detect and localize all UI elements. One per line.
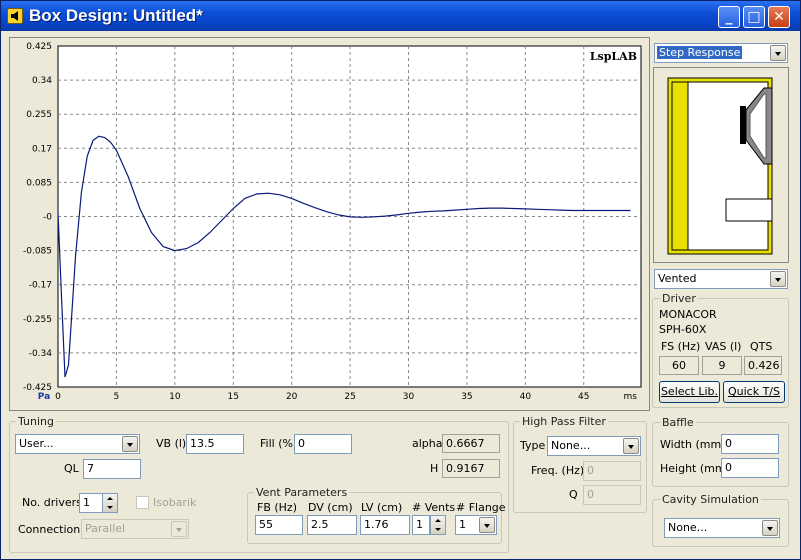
isobarik-label: Isobarik <box>153 496 197 509</box>
drivers-input[interactable]: 1 <box>79 493 103 513</box>
x-axis-unit: ms <box>624 392 638 402</box>
h-label: H <box>430 462 439 475</box>
driver-brand: MONACOR <box>659 308 717 321</box>
fs-label: FS (Hz) <box>661 340 701 353</box>
chevron-down-icon[interactable] <box>623 438 639 454</box>
fb-label: FB (Hz) <box>257 501 297 514</box>
vents-input[interactable]: 1 <box>412 515 430 535</box>
x-tick-label: 5 <box>114 392 120 402</box>
connection-label: Connection <box>18 523 81 536</box>
x-tick-label: 10 <box>169 392 181 402</box>
box-design-window: Box Design: Untitled* _ □ ✕ 0 5 10 15 20 25 30… <box>0 0 801 560</box>
vas-value: 9 <box>702 356 742 375</box>
quick-ts-button[interactable]: Quick T/S <box>723 381 785 403</box>
qts-value: 0.426 <box>744 356 782 375</box>
y-tick-label: -0.255 <box>23 315 52 325</box>
lsplab-brand: LspLAB <box>590 50 637 63</box>
flange-label: # Flange <box>456 501 506 514</box>
fill-label: Fill (%) <box>260 437 298 450</box>
cavity-select[interactable]: None... <box>664 518 780 538</box>
chevron-down-icon[interactable] <box>122 436 138 452</box>
title-bar[interactable]: Box Design: Untitled* _ □ ✕ <box>1 1 800 31</box>
vb-label: VB (l) <box>156 437 187 450</box>
baffle-width-input[interactable]: 0 <box>721 434 779 454</box>
x-tick-label: 45 <box>578 392 589 402</box>
x-tick-label: 20 <box>286 392 298 402</box>
y-tick-label: 0.34 <box>32 76 52 86</box>
driver-model: SPH-60X <box>659 323 707 336</box>
hpf-freq-label: Freq. (Hz) <box>531 464 585 477</box>
box-preview <box>653 67 789 263</box>
chart-svg: 0 5 10 15 20 25 30 35 40 45 ms 0.425 0.34 0.255 0.17 0.… <box>23 42 642 402</box>
y-tick-label: 0.425 <box>26 42 52 52</box>
vents-spinner[interactable] <box>430 515 446 535</box>
fb-input[interactable]: 55 <box>255 515 303 535</box>
alpha-label: alpha <box>412 437 443 450</box>
cavity-legend: Cavity Simulation <box>660 493 761 506</box>
dv-label: DV (cm) <box>308 501 353 514</box>
maximize-icon[interactable]: □ <box>743 6 765 28</box>
x-tick-label: 35 <box>461 392 472 402</box>
x-tick-label: 15 <box>228 392 239 402</box>
y-tick-label: 0.085 <box>26 178 52 188</box>
dv-input[interactable]: 2.5 <box>307 515 357 535</box>
chevron-down-icon[interactable] <box>479 517 495 533</box>
chevron-down-icon[interactable] <box>762 520 778 536</box>
y-tick-label: 0.17 <box>32 144 52 154</box>
flange-select[interactable]: 1 <box>455 515 497 535</box>
vent-legend: Vent Parameters <box>254 486 350 499</box>
baffle-height-label: Height (mm) <box>660 462 730 475</box>
hpf-type-select[interactable]: None... <box>547 436 641 456</box>
y-tick-label: -0 <box>43 213 52 223</box>
y-axis-unit: Pa <box>38 392 50 402</box>
x-tick-label: 30 <box>403 392 415 402</box>
fill-input[interactable]: 0 <box>294 434 352 454</box>
isobarik-checkbox[interactable] <box>136 496 149 509</box>
baffle-width-label: Width (mm) <box>660 438 726 451</box>
ql-label: QL <box>64 462 79 475</box>
baffle-legend: Baffle <box>660 416 696 429</box>
lv-input[interactable]: 1.76 <box>360 515 410 535</box>
vents-label: # Vents <box>412 501 456 514</box>
hpf-freq-input[interactable]: 0 <box>583 461 641 481</box>
x-tick-label: 40 <box>520 392 532 402</box>
tuning-mode-select[interactable]: User... <box>15 434 140 454</box>
tuning-legend: Tuning <box>16 415 57 428</box>
x-tick-label: 0 <box>55 392 61 402</box>
speaker-app-icon[interactable] <box>7 8 23 24</box>
y-tick-label: 0.255 <box>26 110 52 120</box>
vas-label: VAS (l) <box>705 340 742 353</box>
drivers-label: No. drivers <box>22 496 82 509</box>
ql-input[interactable]: 7 <box>83 459 141 479</box>
lv-label: LV (cm) <box>361 501 403 514</box>
hpf-type-label: Type <box>520 439 546 452</box>
driver-legend: Driver <box>660 292 698 305</box>
y-tick-label: -0.34 <box>29 349 53 359</box>
baffle-height-input[interactable]: 0 <box>721 458 779 478</box>
step-response-graph: 0 5 10 15 20 25 30 35 40 45 ms 0.425 0.34 0.255 0.17 0.… <box>9 37 650 411</box>
vented-box-diagram <box>667 77 773 255</box>
qts-label: QTS <box>750 340 773 353</box>
y-tick-label: -0.17 <box>29 281 52 291</box>
chevron-down-icon[interactable] <box>171 521 187 537</box>
window-title: Box Design: Untitled* <box>29 6 203 25</box>
hpf-q-label: Q <box>569 488 578 501</box>
y-tick-label: -0.085 <box>23 247 52 257</box>
minimize-icon[interactable]: _ <box>718 6 740 28</box>
alpha-value: 0.6667 <box>442 434 500 453</box>
close-icon[interactable]: ✕ <box>768 6 790 28</box>
vb-input[interactable]: 13.5 <box>186 434 244 454</box>
select-lib-button[interactable]: Select Lib. <box>659 381 720 403</box>
x-tick-label: 25 <box>344 392 355 402</box>
chevron-down-icon[interactable] <box>770 45 786 61</box>
chevron-down-icon[interactable] <box>770 271 786 287</box>
connection-select[interactable]: Parallel <box>81 519 189 539</box>
h-value: 0.9167 <box>442 459 500 478</box>
fs-value: 60 <box>659 356 699 375</box>
hpf-q-input[interactable]: 0 <box>583 485 641 505</box>
drivers-spinner[interactable] <box>102 493 118 513</box>
view-select[interactable]: Step Response <box>654 43 788 63</box>
box-type-select[interactable]: Vented <box>654 269 788 289</box>
hpf-legend: High Pass Filter <box>520 415 608 428</box>
